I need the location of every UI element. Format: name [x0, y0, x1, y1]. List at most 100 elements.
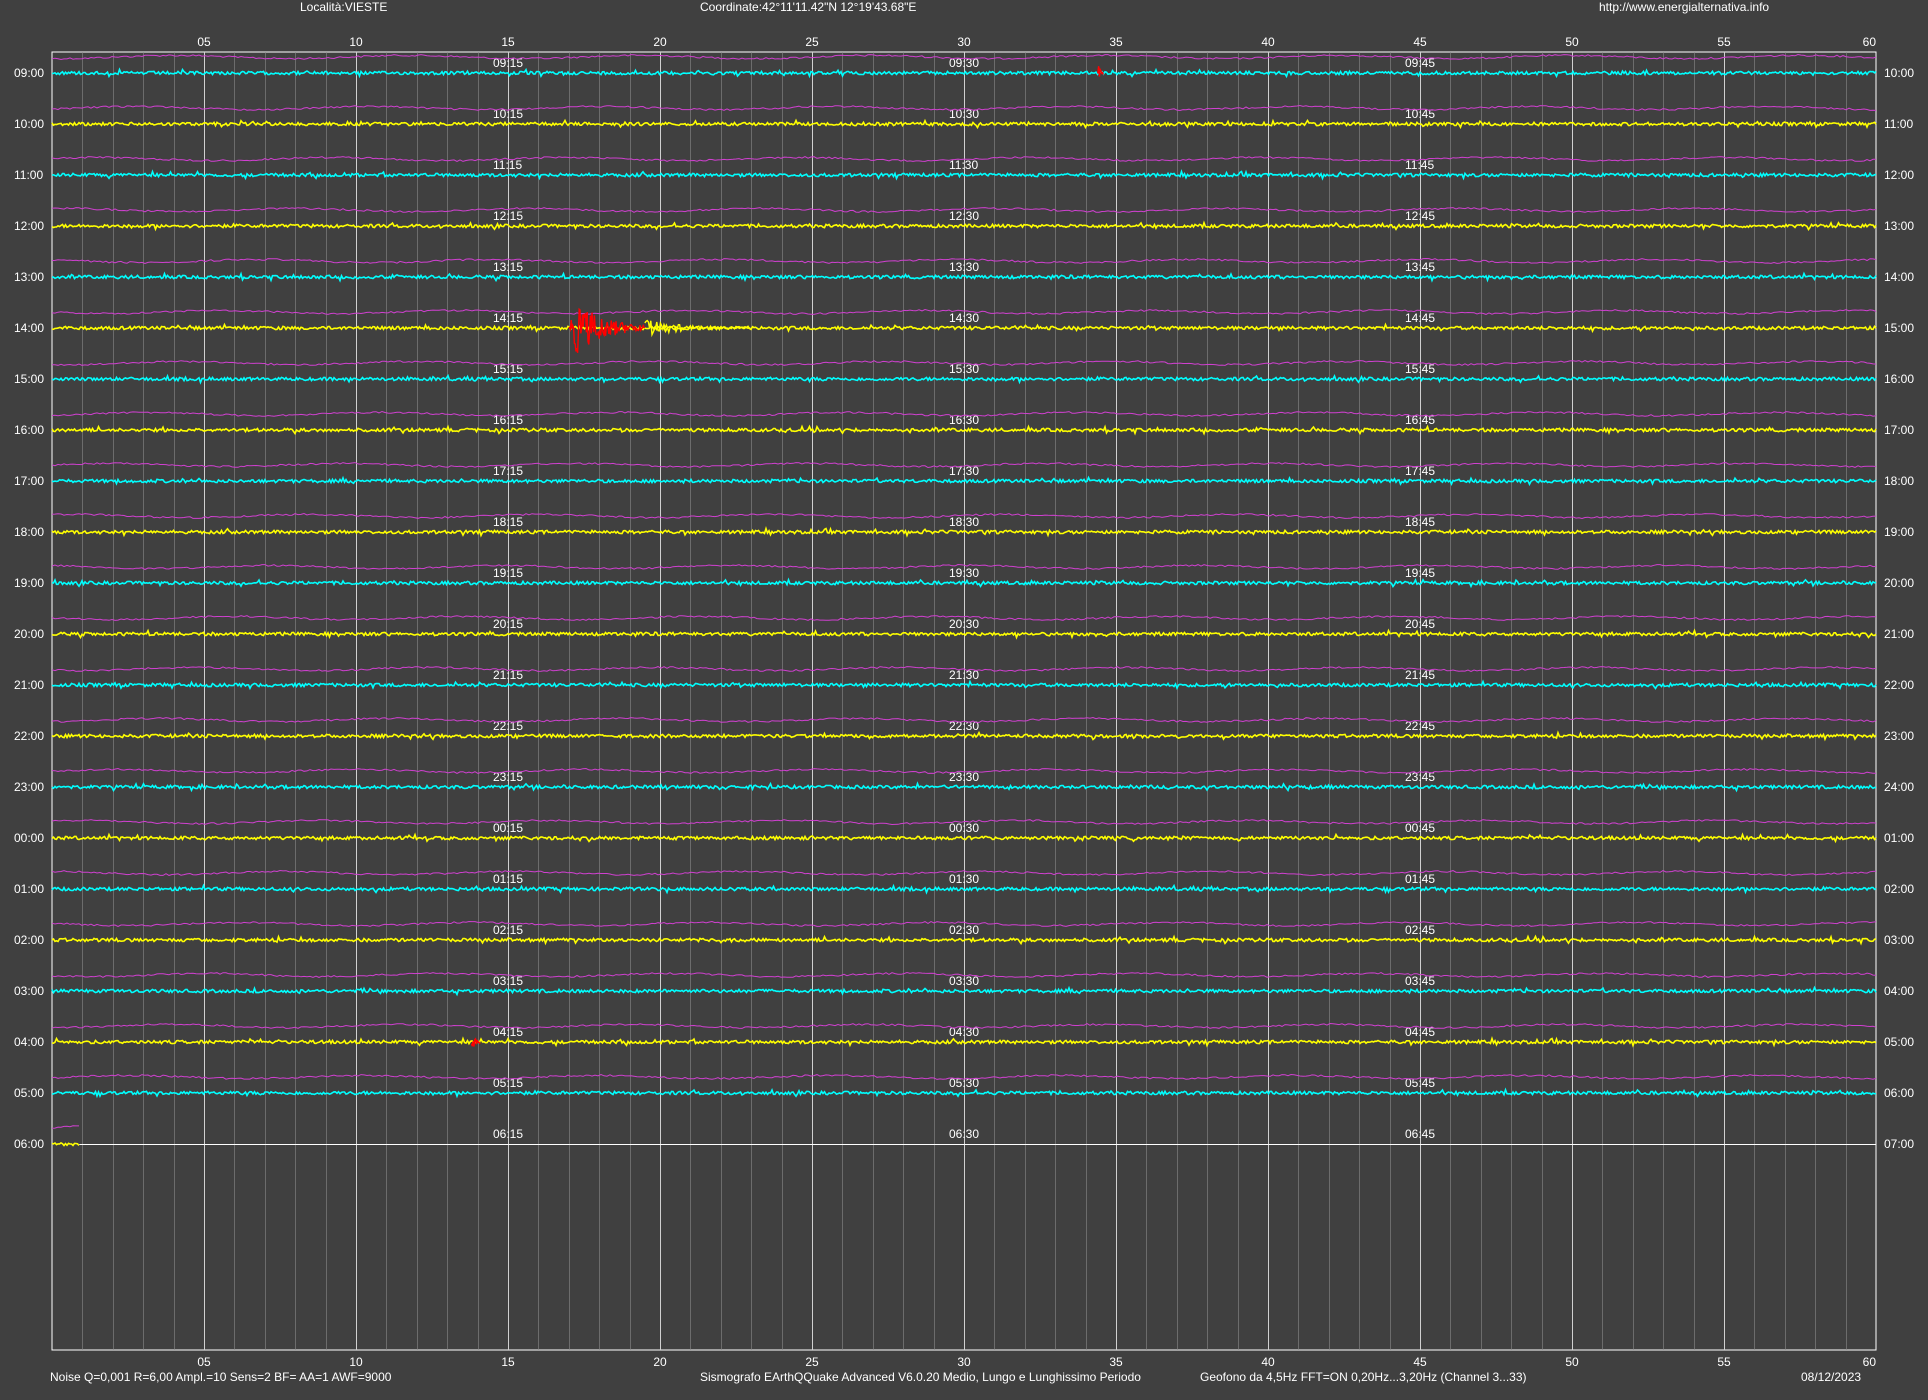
hour-label-left: 16:00 — [14, 423, 44, 437]
software-info: Sismografo EArthQQuake Advanced V6.0.20 … — [700, 1370, 1141, 1384]
x-tick-label-top: 35 — [1109, 35, 1123, 49]
hour-label-left: 15:00 — [14, 372, 44, 386]
quarter-marker: 20:15 — [493, 617, 523, 631]
seismic-event — [470, 1037, 481, 1047]
quarter-marker: 02:45 — [1405, 923, 1435, 937]
hour-label-left: 09:00 — [14, 66, 44, 80]
hour-label-right: 15:00 — [1884, 321, 1914, 335]
hour-label-right: 22:00 — [1884, 678, 1914, 692]
hour-label-left: 13:00 — [14, 270, 44, 284]
hour-label-right: 07:00 — [1884, 1137, 1914, 1151]
hour-label-left: 17:00 — [14, 474, 44, 488]
x-tick-label-bottom: 60 — [1863, 1355, 1877, 1369]
quarter-marker: 06:15 — [493, 1127, 523, 1141]
quarter-marker: 01:30 — [949, 872, 979, 886]
quarter-marker: 19:45 — [1405, 566, 1435, 580]
quarter-marker: 02:15 — [493, 923, 523, 937]
hour-label-right: 14:00 — [1884, 270, 1914, 284]
x-tick-label-top: 30 — [957, 35, 971, 49]
hour-label-right: 13:00 — [1884, 219, 1914, 233]
hour-label-right: 18:00 — [1884, 474, 1914, 488]
x-tick-label-bottom: 05 — [197, 1355, 211, 1369]
quarter-marker: 13:30 — [949, 260, 979, 274]
x-tick-label-bottom: 45 — [1413, 1355, 1427, 1369]
x-tick-label-bottom: 50 — [1565, 1355, 1579, 1369]
quarter-marker: 00:30 — [949, 821, 979, 835]
filtered-trace — [51, 1125, 79, 1129]
hour-label-left: 21:00 — [14, 678, 44, 692]
hour-label-right: 20:00 — [1884, 576, 1914, 590]
hour-label-right: 21:00 — [1884, 627, 1914, 641]
quarter-marker: 20:45 — [1405, 617, 1435, 631]
instrument-settings: Noise Q=0,001 R=6,00 Ampl.=10 Sens=2 BF=… — [50, 1370, 392, 1384]
quarter-marker: 19:15 — [493, 566, 523, 580]
hour-label-left: 18:00 — [14, 525, 44, 539]
sensor-info: Geofono da 4,5Hz FFT=ON 0,20Hz...3,20Hz … — [1200, 1370, 1527, 1384]
x-tick-label-bottom: 35 — [1109, 1355, 1123, 1369]
seismic-event — [568, 307, 646, 353]
hour-label-left: 06:00 — [14, 1137, 44, 1151]
x-tick-label-top: 25 — [805, 35, 819, 49]
hour-label-left: 20:00 — [14, 627, 44, 641]
quarter-marker: 12:30 — [949, 209, 979, 223]
quarter-marker: 01:45 — [1405, 872, 1435, 886]
hour-label-right: 06:00 — [1884, 1086, 1914, 1100]
quarter-marker: 18:15 — [493, 515, 523, 529]
hour-label-left: 00:00 — [14, 831, 44, 845]
hour-label-left: 14:00 — [14, 321, 44, 335]
record-date: 08/12/2023 — [1801, 1370, 1862, 1384]
hour-label-left: 05:00 — [14, 1086, 44, 1100]
seismogram-screen: Località:VIESTE Coordinate:42°11'11.42"N… — [0, 0, 1928, 1400]
quarter-marker: 00:45 — [1405, 821, 1435, 835]
hour-label-right: 23:00 — [1884, 729, 1914, 743]
quarter-marker: 18:30 — [949, 515, 979, 529]
x-tick-label-bottom: 30 — [957, 1355, 971, 1369]
x-tick-label-bottom: 20 — [653, 1355, 667, 1369]
hour-label-right: 02:00 — [1884, 882, 1914, 896]
quarter-marker: 20:30 — [949, 617, 979, 631]
hour-label-right: 03:00 — [1884, 933, 1914, 947]
quarter-marker: 14:30 — [949, 311, 979, 325]
hour-label-left: 02:00 — [14, 933, 44, 947]
hour-label-right: 17:00 — [1884, 423, 1914, 437]
quarter-marker: 13:45 — [1405, 260, 1435, 274]
x-tick-label-bottom: 25 — [805, 1355, 819, 1369]
x-tick-label-top: 60 — [1863, 35, 1877, 49]
hour-label-left: 04:00 — [14, 1035, 44, 1049]
quarter-marker: 14:15 — [493, 311, 523, 325]
hour-label-right: 04:00 — [1884, 984, 1914, 998]
hour-label-right: 12:00 — [1884, 168, 1914, 182]
quarter-marker: 18:45 — [1405, 515, 1435, 529]
quarter-marker: 01:15 — [493, 872, 523, 886]
hour-label-left: 12:00 — [14, 219, 44, 233]
x-tick-label-top: 05 — [197, 35, 211, 49]
hour-label-left: 03:00 — [14, 984, 44, 998]
x-tick-label-top: 15 — [501, 35, 515, 49]
x-tick-label-top: 55 — [1717, 35, 1731, 49]
seismogram-chart: 05 05 10 10 15 15 20 20 25 25 30 30 35 35 40 40 45 45 50 50… — [14, 35, 1914, 1369]
x-tick-label-top: 50 — [1565, 35, 1579, 49]
x-tick-label-top: 20 — [653, 35, 667, 49]
quarter-marker: 12:15 — [493, 209, 523, 223]
hour-label-right: 05:00 — [1884, 1035, 1914, 1049]
hour-label-right: 19:00 — [1884, 525, 1914, 539]
hour-label-left: 11:00 — [14, 168, 43, 182]
x-tick-label-bottom: 15 — [501, 1355, 515, 1369]
x-tick-label-bottom: 55 — [1717, 1355, 1731, 1369]
hour-label-left: 01:00 — [14, 882, 44, 896]
quarter-marker: 12:45 — [1405, 209, 1435, 223]
hour-label-left: 19:00 — [14, 576, 44, 590]
quarter-marker: 13:15 — [493, 260, 523, 274]
quarter-marker: 06:30 — [949, 1127, 979, 1141]
hour-label-right: 16:00 — [1884, 372, 1914, 386]
quarter-marker: 11:15 — [493, 158, 522, 172]
hour-label-left: 22:00 — [14, 729, 44, 743]
quarter-marker: 06:45 — [1405, 1127, 1435, 1141]
x-tick-label-top: 45 — [1413, 35, 1427, 49]
seismic-trace — [51, 1141, 80, 1147]
x-tick-label-bottom: 10 — [349, 1355, 363, 1369]
quarter-marker: 02:30 — [949, 923, 979, 937]
x-tick-label-bottom: 40 — [1261, 1355, 1275, 1369]
hour-label-right: 24:00 — [1884, 780, 1914, 794]
hour-label-right: 11:00 — [1884, 117, 1913, 131]
